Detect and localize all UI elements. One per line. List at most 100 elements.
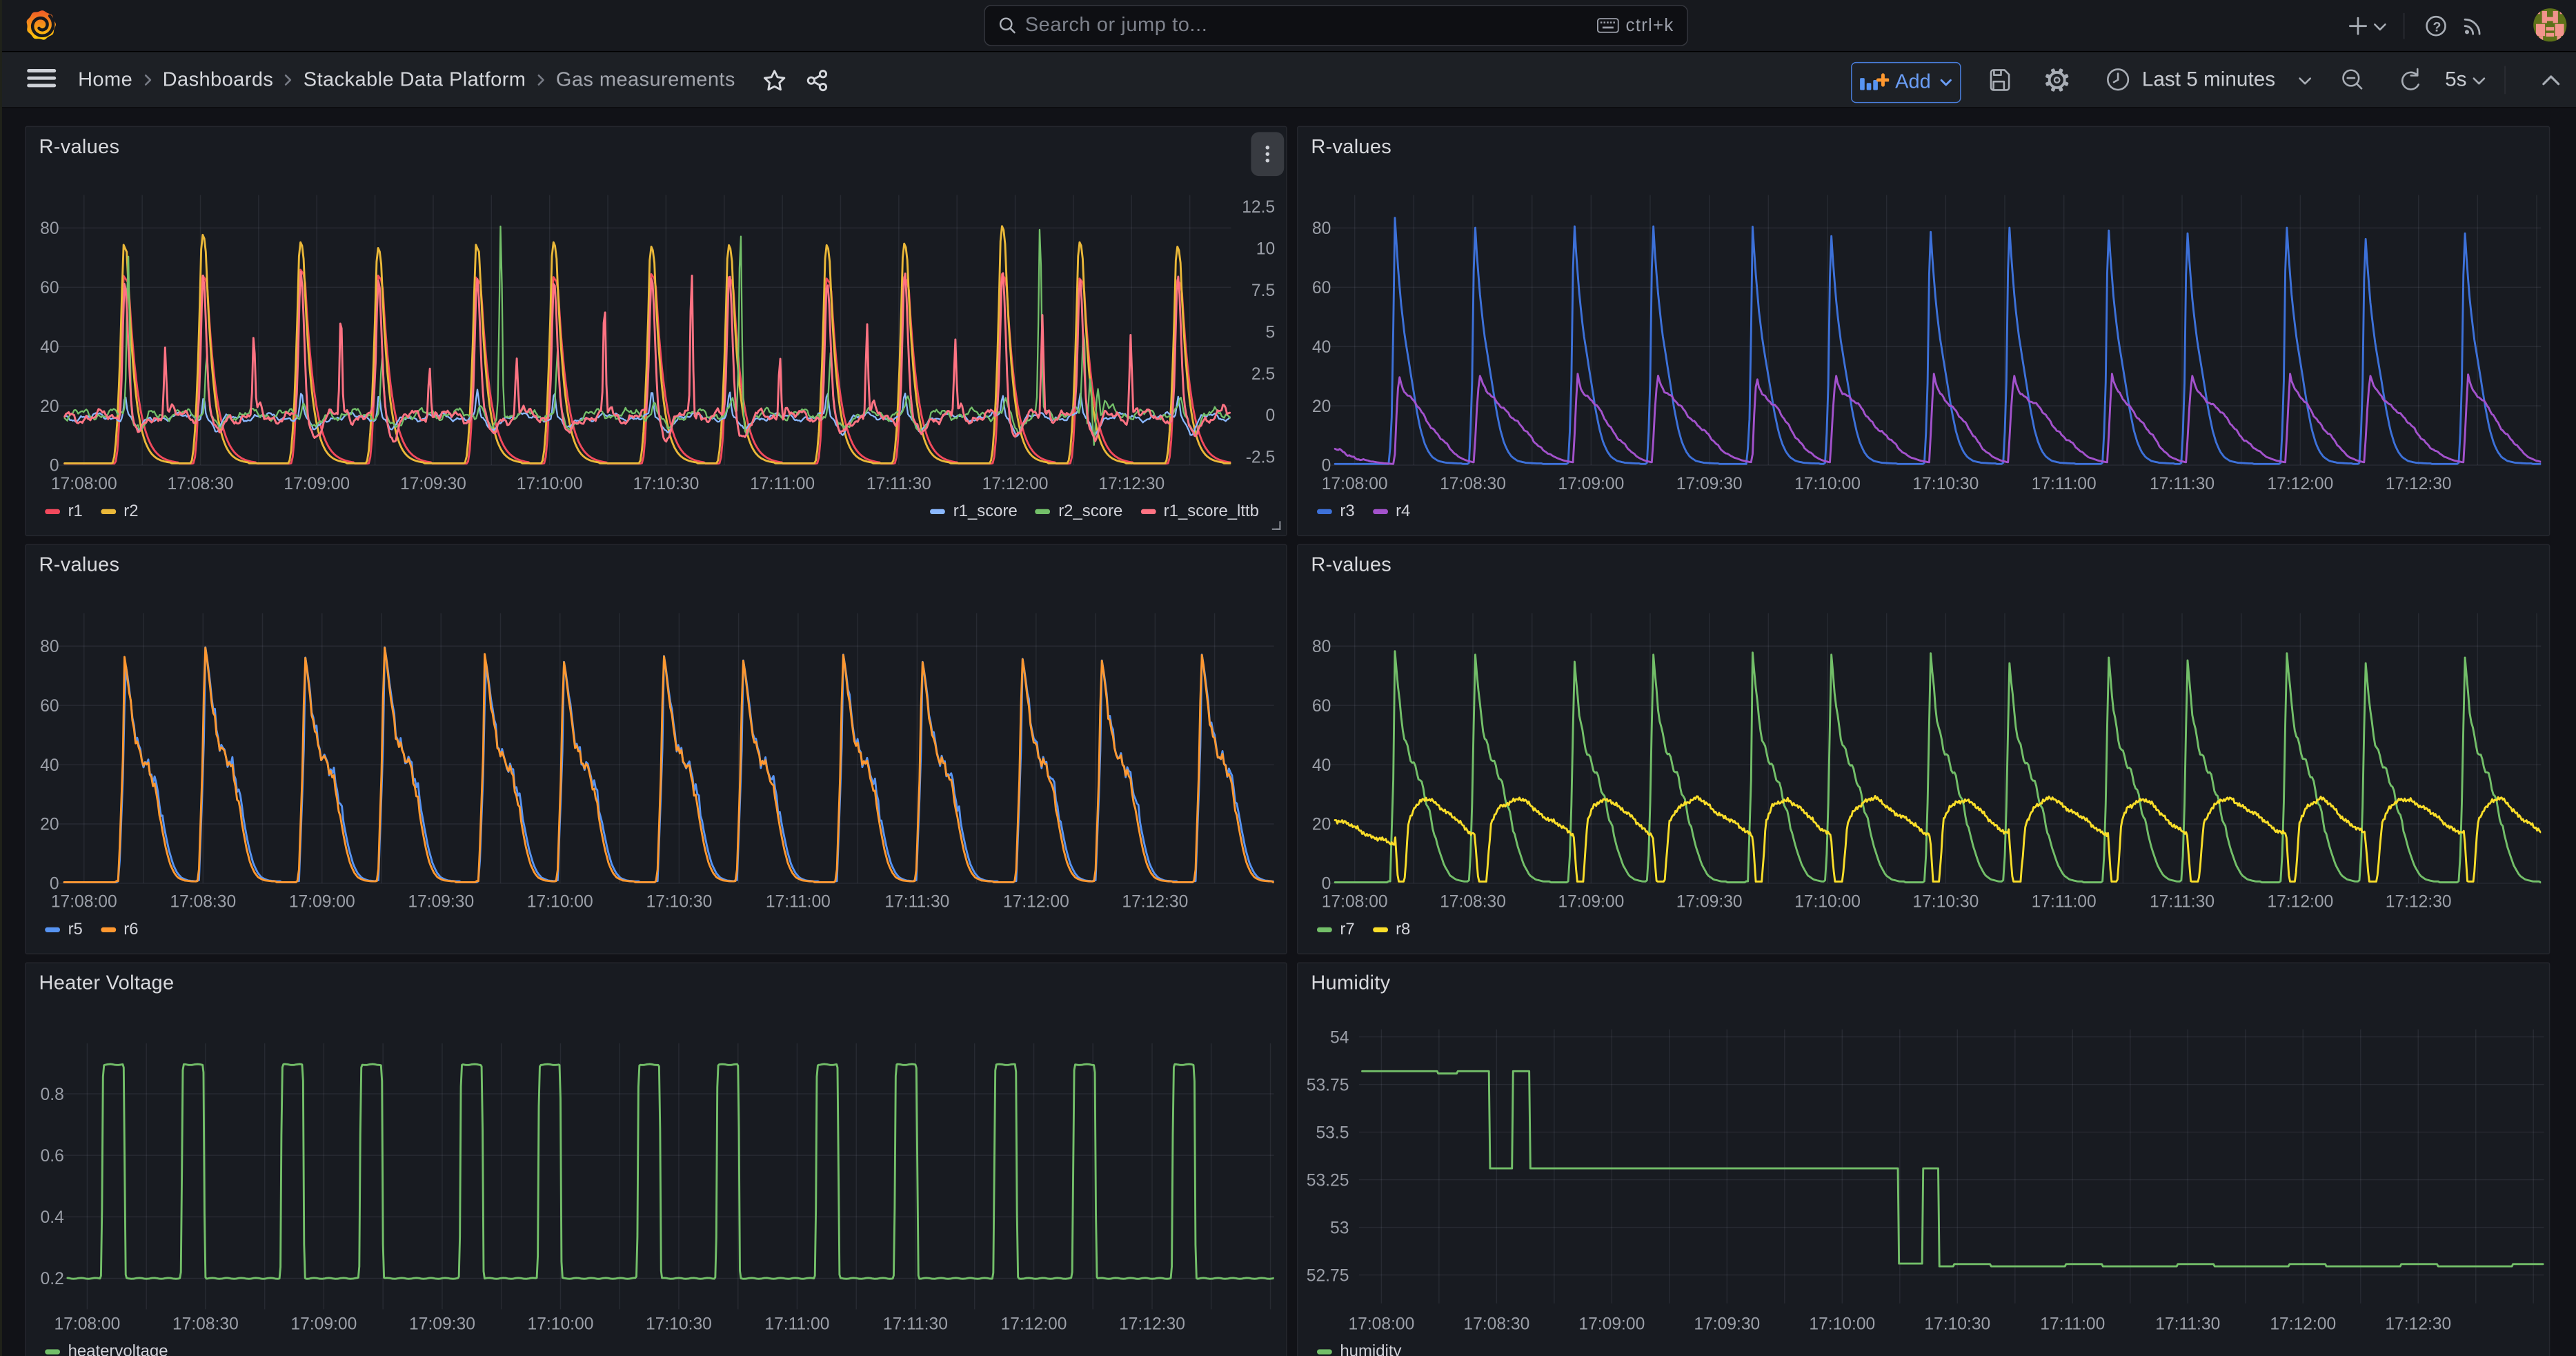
svg-text:17:11:30: 17:11:30 bbox=[884, 893, 949, 912]
svg-text:17:12:30: 17:12:30 bbox=[2386, 475, 2452, 493]
svg-text:17:09:30: 17:09:30 bbox=[1676, 893, 1743, 912]
svg-text:17:09:30: 17:09:30 bbox=[400, 475, 466, 493]
svg-text:17:12:30: 17:12:30 bbox=[1122, 893, 1188, 912]
svg-text:80: 80 bbox=[1312, 638, 1331, 656]
svg-text:17:12:30: 17:12:30 bbox=[1119, 1315, 1185, 1333]
svg-text:17:10:30: 17:10:30 bbox=[646, 1315, 712, 1333]
svg-text:17:11:00: 17:11:00 bbox=[766, 893, 831, 912]
svg-text:17:12:30: 17:12:30 bbox=[2385, 1315, 2451, 1333]
svg-text:60: 60 bbox=[1312, 279, 1331, 297]
svg-text:17:09:30: 17:09:30 bbox=[408, 893, 474, 912]
svg-text:17:08:00: 17:08:00 bbox=[1322, 893, 1388, 912]
svg-text:17:11:00: 17:11:00 bbox=[2040, 1315, 2105, 1333]
svg-text:0.8: 0.8 bbox=[41, 1085, 64, 1104]
svg-text:17:10:00: 17:10:00 bbox=[528, 1315, 594, 1333]
svg-text:52.75: 52.75 bbox=[1307, 1266, 1349, 1285]
svg-text:12.5: 12.5 bbox=[1242, 198, 1275, 217]
svg-text:Last 5 minutes: Last 5 minutes bbox=[2142, 68, 2275, 91]
svg-text:0: 0 bbox=[1265, 406, 1275, 425]
svg-text:0: 0 bbox=[50, 875, 59, 894]
svg-text:17:09:00: 17:09:00 bbox=[1578, 1315, 1645, 1333]
svg-text:17:08:00: 17:08:00 bbox=[51, 893, 117, 912]
svg-text:17:10:30: 17:10:30 bbox=[646, 893, 712, 912]
svg-text:17:09:00: 17:09:00 bbox=[289, 893, 355, 912]
svg-text:20: 20 bbox=[1312, 397, 1331, 416]
svg-text:17:11:30: 17:11:30 bbox=[2150, 475, 2215, 493]
svg-text:17:10:30: 17:10:30 bbox=[1912, 475, 1979, 493]
svg-text:0: 0 bbox=[1322, 457, 1331, 475]
svg-text:17:11:30: 17:11:30 bbox=[2155, 1315, 2220, 1333]
svg-text:17:10:30: 17:10:30 bbox=[633, 475, 699, 493]
svg-text:17:10:00: 17:10:00 bbox=[1794, 475, 1861, 493]
svg-text:17:10:00: 17:10:00 bbox=[527, 893, 593, 912]
svg-text:53.5: 53.5 bbox=[1316, 1123, 1349, 1142]
svg-text:54: 54 bbox=[1330, 1028, 1349, 1047]
svg-text:40: 40 bbox=[1312, 756, 1331, 775]
svg-text:0: 0 bbox=[50, 457, 59, 475]
svg-text:80: 80 bbox=[40, 219, 59, 238]
svg-text:0.2: 0.2 bbox=[41, 1270, 64, 1288]
svg-text:17:09:30: 17:09:30 bbox=[1676, 475, 1743, 493]
svg-text:17:12:30: 17:12:30 bbox=[1098, 475, 1165, 493]
svg-text:0: 0 bbox=[1322, 875, 1331, 894]
svg-text:17:11:30: 17:11:30 bbox=[866, 475, 931, 493]
svg-text:80: 80 bbox=[40, 638, 59, 656]
svg-text:17:08:00: 17:08:00 bbox=[1322, 475, 1388, 493]
svg-text:-2.5: -2.5 bbox=[1246, 449, 1275, 467]
svg-text:20: 20 bbox=[40, 816, 59, 834]
svg-text:17:08:30: 17:08:30 bbox=[170, 893, 236, 912]
svg-text:40: 40 bbox=[40, 338, 59, 357]
svg-text:0.6: 0.6 bbox=[41, 1147, 64, 1166]
svg-text:20: 20 bbox=[1312, 816, 1331, 834]
svg-text:17:08:00: 17:08:00 bbox=[1348, 1315, 1414, 1333]
svg-text:17:09:00: 17:09:00 bbox=[1558, 893, 1624, 912]
svg-text:5s: 5s bbox=[2445, 68, 2466, 91]
svg-text:17:10:00: 17:10:00 bbox=[1809, 1315, 1875, 1333]
svg-text:60: 60 bbox=[1312, 697, 1331, 716]
svg-text:17:09:30: 17:09:30 bbox=[1694, 1315, 1760, 1333]
svg-text:80: 80 bbox=[1312, 219, 1331, 238]
svg-text:40: 40 bbox=[1312, 338, 1331, 357]
svg-text:17:10:00: 17:10:00 bbox=[517, 475, 583, 493]
svg-text:10: 10 bbox=[1256, 239, 1275, 258]
svg-text:60: 60 bbox=[40, 279, 59, 297]
svg-text:5: 5 bbox=[1265, 323, 1275, 342]
svg-text:?: ? bbox=[2433, 20, 2441, 35]
svg-text:40: 40 bbox=[40, 756, 59, 775]
svg-text:17:11:00: 17:11:00 bbox=[750, 475, 815, 493]
svg-text:2.5: 2.5 bbox=[1251, 365, 1275, 384]
svg-text:17:11:00: 17:11:00 bbox=[2032, 893, 2097, 912]
svg-text:53: 53 bbox=[1330, 1219, 1349, 1237]
svg-text:17:09:00: 17:09:00 bbox=[290, 1315, 357, 1333]
svg-text:17:08:30: 17:08:30 bbox=[1440, 893, 1506, 912]
svg-text:7.5: 7.5 bbox=[1251, 282, 1275, 300]
svg-text:17:09:00: 17:09:00 bbox=[284, 475, 350, 493]
svg-text:17:12:30: 17:12:30 bbox=[2386, 893, 2452, 912]
svg-text:17:09:30: 17:09:30 bbox=[409, 1315, 475, 1333]
svg-text:60: 60 bbox=[40, 697, 59, 716]
svg-text:17:09:00: 17:09:00 bbox=[1558, 475, 1624, 493]
svg-text:0.4: 0.4 bbox=[41, 1208, 64, 1227]
svg-text:17:08:00: 17:08:00 bbox=[51, 475, 117, 493]
svg-text:17:12:00: 17:12:00 bbox=[2267, 475, 2333, 493]
svg-text:20: 20 bbox=[40, 397, 59, 416]
svg-text:17:11:30: 17:11:30 bbox=[883, 1315, 948, 1333]
svg-text:17:11:00: 17:11:00 bbox=[2032, 475, 2097, 493]
svg-text:17:10:30: 17:10:30 bbox=[1912, 893, 1979, 912]
svg-text:17:12:00: 17:12:00 bbox=[2267, 893, 2333, 912]
svg-text:17:08:00: 17:08:00 bbox=[54, 1315, 120, 1333]
svg-text:53.75: 53.75 bbox=[1307, 1076, 1349, 1094]
svg-text:17:08:30: 17:08:30 bbox=[172, 1315, 239, 1333]
svg-text:17:12:00: 17:12:00 bbox=[1003, 893, 1069, 912]
svg-text:17:11:30: 17:11:30 bbox=[2150, 893, 2215, 912]
svg-text:17:08:30: 17:08:30 bbox=[1463, 1315, 1529, 1333]
svg-text:17:10:30: 17:10:30 bbox=[1924, 1315, 1990, 1333]
svg-text:17:12:00: 17:12:00 bbox=[1001, 1315, 1067, 1333]
svg-text:17:10:00: 17:10:00 bbox=[1794, 893, 1861, 912]
svg-text:17:08:30: 17:08:30 bbox=[1440, 475, 1506, 493]
svg-text:17:11:00: 17:11:00 bbox=[764, 1315, 829, 1333]
svg-text:17:12:00: 17:12:00 bbox=[982, 475, 1049, 493]
svg-text:17:08:30: 17:08:30 bbox=[168, 475, 234, 493]
svg-text:53.25: 53.25 bbox=[1307, 1171, 1349, 1190]
svg-text:17:12:00: 17:12:00 bbox=[2270, 1315, 2336, 1333]
